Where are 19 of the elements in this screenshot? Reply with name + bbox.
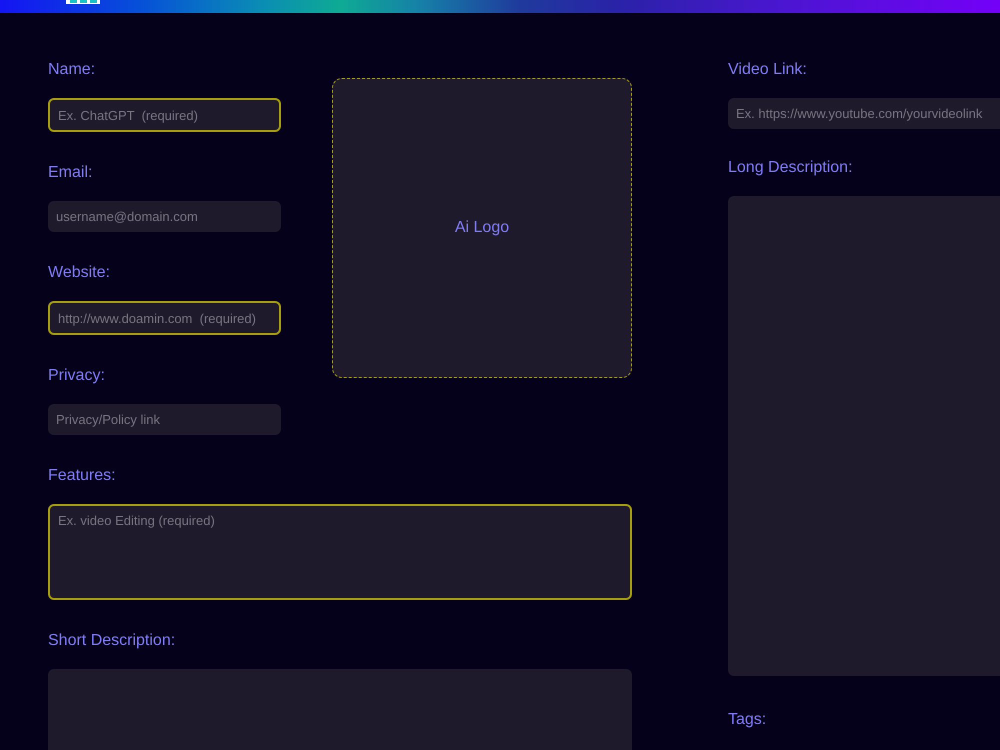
field-label: Features: [48, 466, 116, 486]
text-input[interactable]: Ex. https://www.youtube.com/yourvideolink [728, 98, 1000, 129]
field-label: Short Description: [48, 631, 176, 651]
field-label: Name: [48, 60, 96, 80]
logo-icon[interactable] [66, 0, 100, 4]
text-input[interactable]: username@domain.com [48, 201, 281, 232]
text-area[interactable]: Ex. video Editing (required) [48, 504, 632, 600]
text-input[interactable]: Ex. ChatGPT (required) [48, 98, 281, 132]
field-label: Long Description: [728, 158, 853, 178]
field-label: Website: [48, 263, 110, 283]
field-label: Privacy: [48, 366, 105, 386]
field-label: Email: [48, 163, 92, 183]
field-label: Tags: [728, 710, 766, 730]
text-area[interactable] [728, 196, 1000, 676]
text-area[interactable] [48, 669, 632, 750]
text-input[interactable]: http://www.doamin.com (required) [48, 301, 281, 335]
logo-upload-area[interactable]: Ai Logo [332, 78, 632, 378]
text-input[interactable]: Privacy/Policy link [48, 404, 281, 435]
field-label: Video Link: [728, 60, 807, 80]
